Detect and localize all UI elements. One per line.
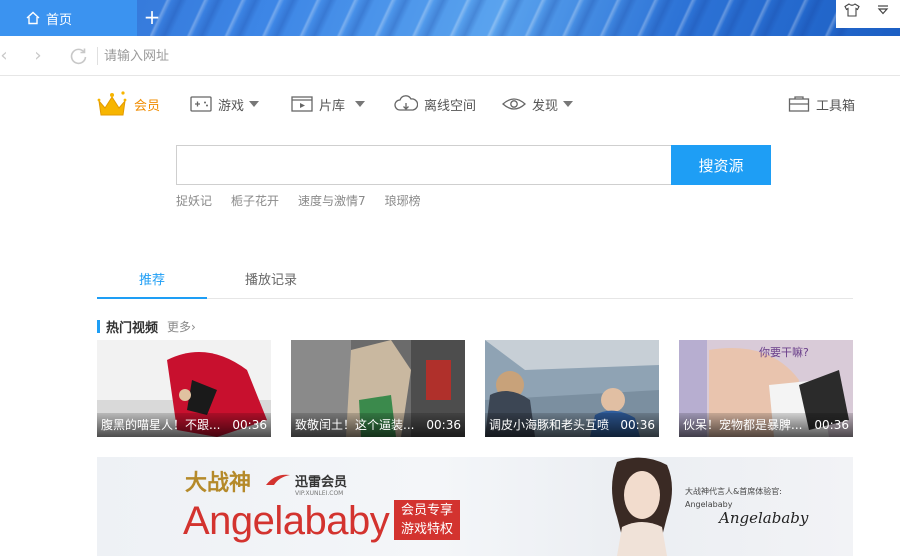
nav-vip-label: 会员 [134,98,161,114]
video-duration: 00:36 [232,418,267,432]
video-duration: 00:36 [620,418,655,432]
more-label: 更多 [167,319,192,334]
nav-games-label: 游戏 [218,98,245,114]
game-logo: 大战神 [185,470,252,496]
promo-banner[interactable]: 大战神 迅雷会员 VIP.XUNLEI.COM Angelababy 会员专享 … [97,457,853,556]
video-card[interactable]: 致敬闰土！这个逼装... 00:36 [291,340,465,437]
xunlei-vip-logo: 迅雷会员 VIP.XUNLEI.COM [266,471,348,497]
address-bar: ‹ › [0,36,900,76]
main-nav: 会员 游戏 片库 离线空间 发现 工具箱 [96,84,856,124]
video-card[interactable]: 你要干嘛? 伙呆！宠物都是暴脾... 00:36 [679,340,853,437]
video-caption: 腹黑的喵星人！不跟... 00:36 [97,413,271,437]
spokesperson-photo [612,457,672,556]
menu-icon[interactable] [876,3,890,17]
hot-word-link[interactable]: 速度与激情7 [298,192,366,210]
nav-games[interactable]: 游戏 [190,84,260,124]
hot-word-link[interactable]: 栀子花开 [231,192,279,210]
window-controls [836,0,900,28]
hot-search-words: 捉妖记 栀子花开 速度与激情7 琅琊榜 [176,192,440,210]
nav-library[interactable]: 片库 [291,84,366,124]
section-title: 热门视频 [106,320,159,336]
tab-title: 首页 [46,12,73,28]
video-grid: 腹黑的喵星人！不跟... 00:36 致敬闰土！这个逼装... 00:36 调皮… [97,340,853,437]
plus-icon: + [143,5,161,29]
url-input[interactable] [104,44,864,68]
spokesperson-text: 大战神代言人&首席体验官: Angelababy [685,485,782,511]
xunlei-label: 迅雷会员 [295,475,348,490]
crown-icon [97,91,127,116]
content-tabs: 推荐 播放记录 [97,262,853,299]
film-icon [291,96,313,112]
refresh-icon[interactable] [69,46,89,66]
new-tab-button[interactable]: + [140,6,164,30]
search-input[interactable] [176,145,671,185]
back-button[interactable]: ‹ [0,46,14,66]
nav-toolbox-label: 工具箱 [816,98,856,114]
section-marker [97,319,100,333]
search-box: 搜资源 [176,145,771,185]
search-button[interactable]: 搜资源 [671,145,771,185]
tab-home[interactable]: 首页 [0,0,137,36]
nav-offline-label: 离线空间 [424,98,477,114]
tab-history[interactable]: 播放记录 [216,262,326,299]
svg-text:你要干嘛?: 你要干嘛? [759,345,809,359]
tab-recommend[interactable]: 推荐 [97,262,207,299]
home-icon [26,11,40,25]
vip-badge: 会员专享 游戏特权 [394,500,460,540]
chevron-right-icon: › [191,319,196,334]
gamepad-icon [190,96,212,112]
video-title: 致敬闰土！这个逼装... [295,418,415,432]
xunlei-url: VIP.XUNLEI.COM [295,490,344,497]
title-bar: 首页 + [0,0,900,36]
skin-background [150,0,850,36]
nav-toolbox[interactable]: 工具箱 [788,84,855,124]
video-caption: 致敬闰土！这个逼装... 00:36 [291,413,465,437]
hot-word-link[interactable]: 捉妖记 [176,192,212,210]
video-title: 调皮小海豚和老头互喷 [489,418,610,432]
nav-vip[interactable]: 会员 [96,84,160,124]
chevron-down-icon [355,101,366,107]
signature: Angelababy [719,509,809,527]
chevron-down-icon [563,101,574,107]
brand-name: Angelababy [183,499,390,543]
nav-offline[interactable]: 离线空间 [394,84,476,124]
more-link[interactable]: 更多› [167,318,196,335]
video-caption: 伙呆！宠物都是暴脾... 00:36 [679,413,853,437]
video-title: 伙呆！宠物都是暴脾... [683,418,803,432]
video-duration: 00:36 [814,418,849,432]
nav-library-label: 片库 [319,98,346,114]
forward-button[interactable]: › [28,46,48,66]
video-title: 腹黑的喵星人！不跟... [101,418,221,432]
chevron-right-icon: › [34,45,42,66]
divider [97,47,98,65]
cloud-icon [394,95,418,111]
video-card[interactable]: 调皮小海豚和老头互喷 00:36 [485,340,659,437]
chevron-down-icon [249,101,260,107]
badge-line: 游戏特权 [400,522,453,537]
eye-icon [502,98,526,110]
badge-line: 会员专享 [400,503,453,518]
video-caption: 调皮小海豚和老头互喷 00:36 [485,413,659,437]
chevron-left-icon: ‹ [0,45,8,66]
nav-discover[interactable]: 发现 [502,84,574,124]
nav-discover-label: 发现 [532,98,559,114]
section-header: 热门视频 更多› [97,317,196,336]
video-duration: 00:36 [426,418,461,432]
skin-icon[interactable] [844,3,860,17]
spokes-line: 大战神代言人&首席体验官: [685,487,782,496]
xunlei-bird-icon [266,474,290,485]
toolbox-icon [788,96,810,112]
hot-word-link[interactable]: 琅琊榜 [385,192,421,210]
video-card[interactable]: 腹黑的喵星人！不跟... 00:36 [97,340,271,437]
